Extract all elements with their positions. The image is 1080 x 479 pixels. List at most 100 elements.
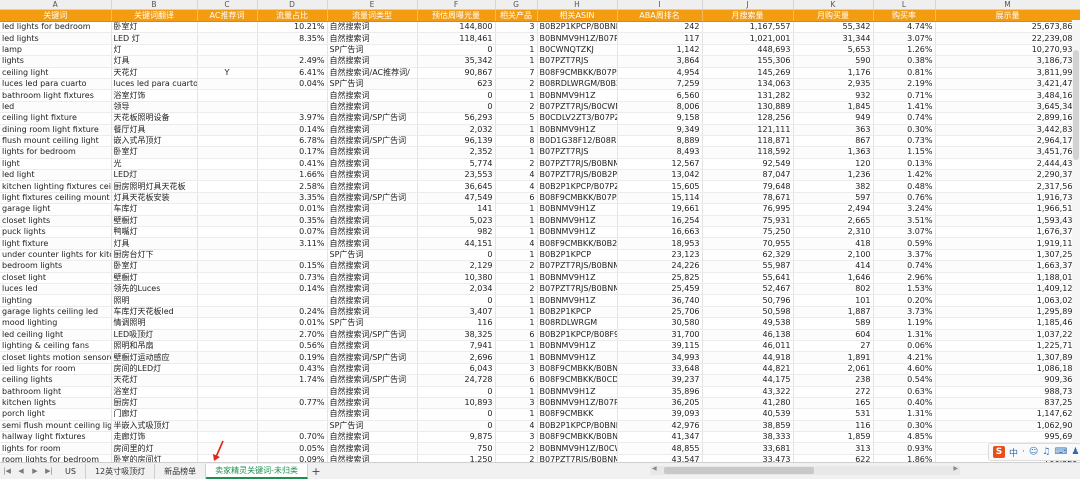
cell-c[interactable] — [197, 408, 258, 421]
cell-d[interactable]: 1.74% — [257, 374, 328, 387]
cell-l[interactable]: 1.31% — [873, 329, 936, 341]
cell-e[interactable]: 自然搜索词 — [327, 294, 418, 307]
cell-m[interactable]: 1,037,229 — [935, 329, 1080, 341]
cell-j[interactable]: 155,306 — [702, 55, 794, 68]
cell-f[interactable]: 24,728 — [417, 374, 496, 387]
cell-m[interactable]: 1,663,375 — [935, 260, 1080, 273]
sheet-tab-unclassified-keywords[interactable]: 卖家精灵关键词-未归类 — [206, 463, 309, 479]
cell-h[interactable]: B07PZT7RJS/B0BNMV9 — [537, 158, 618, 171]
cell-m[interactable]: 1,593,431 — [935, 215, 1080, 228]
cell-i[interactable]: 16,663 — [617, 226, 703, 239]
cell-k[interactable]: 2,665 — [793, 215, 874, 228]
cell-e[interactable]: 自然搜索词 — [327, 32, 418, 45]
cell-c[interactable] — [197, 431, 258, 444]
cell-b[interactable]: 厨房照明灯具天花板 — [111, 180, 198, 193]
cell-i[interactable]: 48,855 — [617, 442, 703, 455]
cell-j[interactable]: 46,138 — [702, 329, 794, 341]
cell-b[interactable]: 房间里的灯 — [111, 442, 198, 455]
cell-f[interactable]: 38,325 — [417, 329, 496, 341]
cell-c[interactable] — [197, 158, 258, 171]
cell-m[interactable]: 1,063,025 — [935, 294, 1080, 307]
cell-j[interactable]: 92,549 — [702, 158, 794, 171]
cell-g[interactable]: 4 — [495, 169, 538, 182]
cell-a[interactable]: light fixture — [0, 237, 112, 250]
cell-k[interactable]: 31,344 — [793, 32, 874, 45]
cell-l[interactable]: 1.19% — [873, 317, 936, 330]
cell-c[interactable] — [197, 146, 258, 159]
cell-i[interactable]: 4,954 — [617, 67, 703, 79]
cell-b[interactable]: LED 灯 — [111, 32, 198, 45]
cell-l[interactable]: 1.15% — [873, 146, 936, 159]
cell-k[interactable]: 165 — [793, 397, 874, 410]
cell-d[interactable]: 0.01% — [257, 317, 328, 330]
cell-e[interactable]: SP广告词 — [327, 249, 418, 262]
cell-j[interactable]: 52,467 — [702, 283, 794, 296]
cell-a[interactable]: hallway light fixtures — [0, 431, 112, 444]
cell-l[interactable]: 0.20% — [873, 294, 936, 307]
cell-g[interactable]: 1 — [495, 124, 538, 136]
cell-e[interactable]: 自然搜索词 — [327, 386, 418, 398]
cell-b[interactable]: 鸭嘴灯 — [111, 226, 198, 239]
cell-f[interactable]: 623 — [417, 78, 496, 91]
cell-j[interactable]: 49,538 — [702, 317, 794, 330]
ime-voice-icon[interactable]: ♫ — [1042, 447, 1050, 457]
cell-c[interactable] — [197, 101, 258, 114]
cell-e[interactable]: 自然搜索词 — [327, 237, 418, 250]
cell-l[interactable]: 3.37% — [873, 249, 936, 262]
cell-e[interactable]: SP广告词 — [327, 78, 418, 91]
cell-e[interactable]: 自然搜索词/SP广告词 — [327, 112, 418, 125]
cell-h[interactable]: B0B2P1KPCP/B0BNMV9 — [537, 21, 618, 34]
cell-l[interactable]: 1.41% — [873, 101, 936, 114]
cell-j[interactable]: 75,931 — [702, 215, 794, 228]
cell-h[interactable]: B08F9CMBKK/B0CDLV2 — [537, 374, 618, 387]
cell-l[interactable]: 0.81% — [873, 67, 936, 79]
cell-c[interactable] — [197, 272, 258, 285]
cell-i[interactable]: 15,114 — [617, 192, 703, 205]
cell-a[interactable]: bedroom lights — [0, 260, 112, 273]
cell-m[interactable]: 909,365 — [935, 374, 1080, 387]
cell-d[interactable]: 3.11% — [257, 237, 328, 250]
cell-i[interactable]: 39,093 — [617, 408, 703, 421]
cell-a[interactable]: light — [0, 158, 112, 171]
cell-c[interactable] — [197, 374, 258, 387]
cell-l[interactable]: 0.13% — [873, 158, 936, 171]
cell-e[interactable]: 自然搜索词 — [327, 146, 418, 159]
cell-h[interactable]: B0B2P1KPCP/B07PZT7F — [537, 180, 618, 193]
cell-m[interactable]: 3,421,472 — [935, 78, 1080, 91]
cell-k[interactable]: 1,176 — [793, 67, 874, 79]
cell-a[interactable]: luces led — [0, 283, 112, 296]
cell-c[interactable] — [197, 260, 258, 273]
cell-c[interactable] — [197, 55, 258, 68]
cell-j[interactable]: 121,111 — [702, 124, 794, 136]
cell-d[interactable]: 0.35% — [257, 215, 328, 228]
cell-e[interactable]: 自然搜索词 — [327, 158, 418, 171]
cell-f[interactable]: 982 — [417, 226, 496, 239]
cell-h[interactable]: B0B2P1KPCP/B0BNMV9 — [537, 420, 618, 433]
cell-b[interactable]: 照明和吊扇 — [111, 340, 198, 353]
cell-h[interactable]: B0BNMV9H1Z — [537, 386, 618, 398]
cell-b[interactable]: 灯具 — [111, 237, 198, 250]
column-header[interactable]: 关键词 — [0, 9, 112, 22]
cell-g[interactable]: 2 — [495, 158, 538, 171]
cell-d[interactable]: 0.70% — [257, 431, 328, 444]
cell-f[interactable]: 3,407 — [417, 306, 496, 319]
cell-h[interactable]: B07PZT7RJS — [537, 146, 618, 159]
cell-c[interactable] — [197, 237, 258, 250]
cell-i[interactable]: 23,123 — [617, 249, 703, 262]
cell-b[interactable]: 厨房灯 — [111, 397, 198, 410]
cell-j[interactable]: 78,671 — [702, 192, 794, 205]
cell-k[interactable]: 589 — [793, 317, 874, 330]
cell-c[interactable] — [197, 454, 258, 462]
cell-m[interactable]: 3,451,765 — [935, 146, 1080, 159]
cell-i[interactable]: 9,349 — [617, 124, 703, 136]
cell-d[interactable] — [257, 408, 328, 421]
cell-m[interactable]: 3,442,834 — [935, 124, 1080, 136]
cell-f[interactable]: 0 — [417, 386, 496, 398]
cell-m[interactable]: 3,811,997 — [935, 67, 1080, 79]
column-letter-d[interactable]: D — [257, 0, 328, 10]
cell-f[interactable]: 96,139 — [417, 135, 496, 148]
cell-e[interactable]: 自然搜索词/AC推荐词/ — [327, 67, 418, 79]
cell-b[interactable]: 灯具 — [111, 55, 198, 68]
cell-c[interactable] — [197, 329, 258, 341]
cell-m[interactable]: 22,239,086 — [935, 32, 1080, 45]
